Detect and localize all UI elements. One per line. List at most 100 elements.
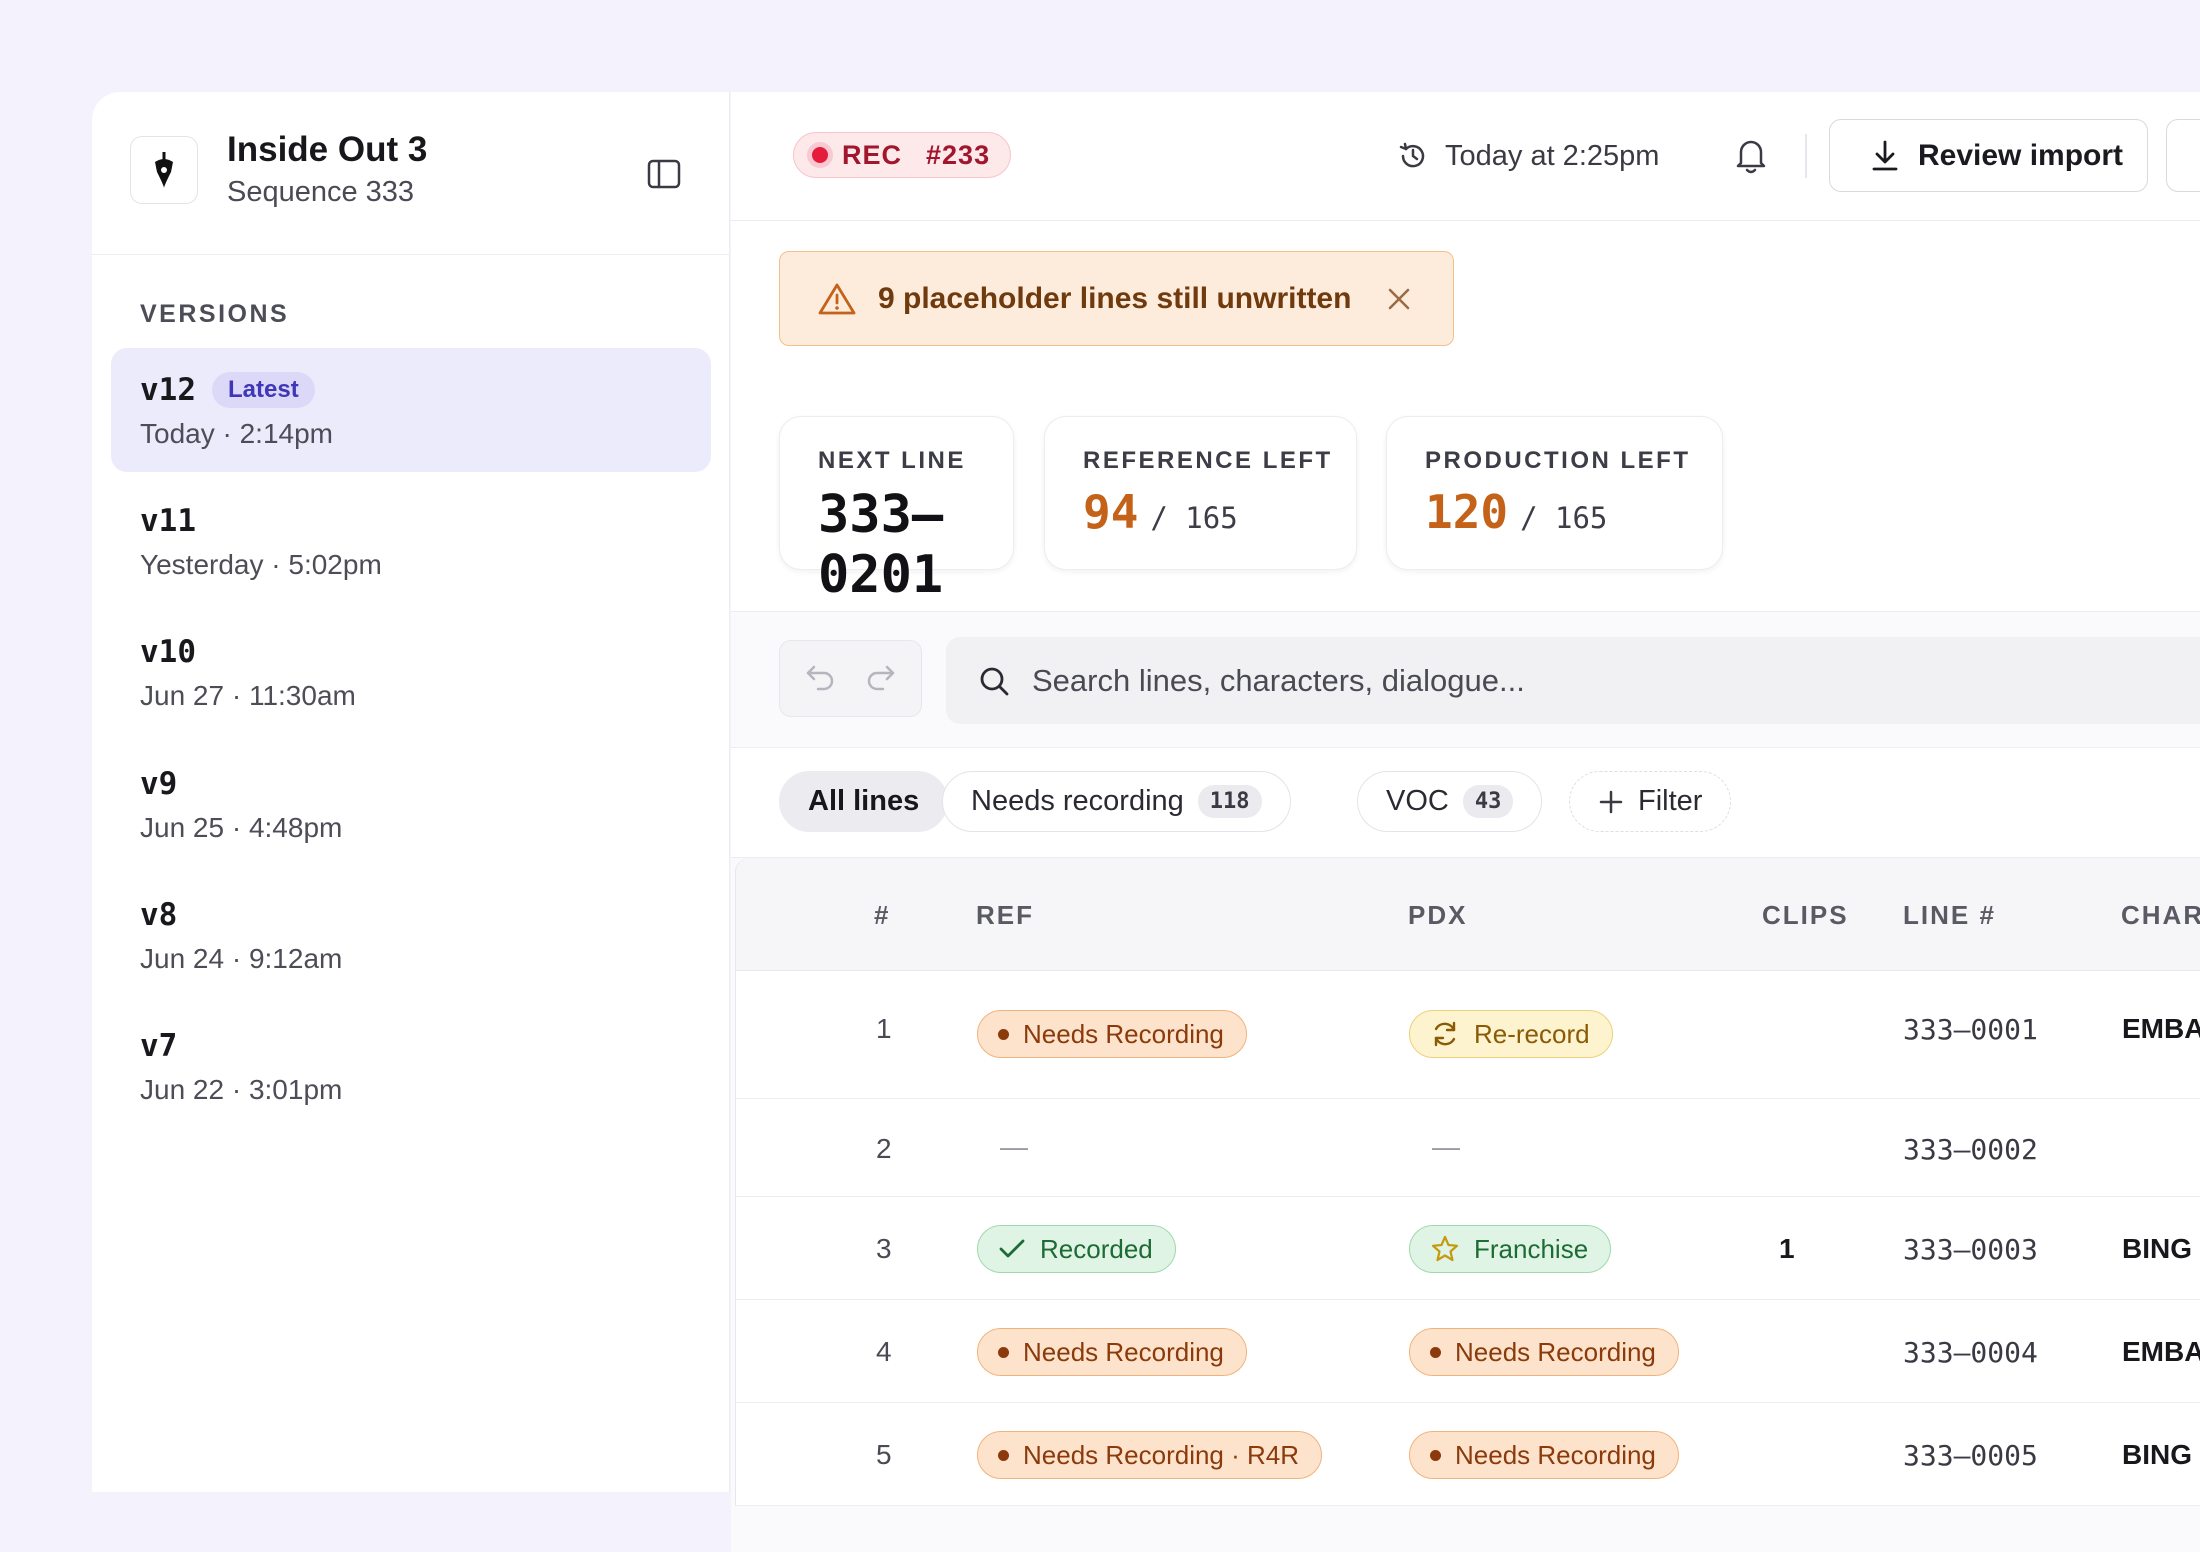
- status-dot-icon: [998, 1028, 1009, 1040]
- pdx-status-pill[interactable]: Re-record: [1409, 1010, 1613, 1058]
- line-number: 333–0001: [1903, 1013, 2038, 1046]
- star-icon: [1431, 1235, 1459, 1262]
- filter-all-lines[interactable]: All lines: [779, 771, 949, 832]
- rec-label: REC: [842, 139, 903, 170]
- table-row[interactable]: 5 Needs Recording · R4R Needs Recording …: [735, 1403, 2200, 1506]
- project-title: Inside Out 3: [227, 130, 428, 169]
- version-time: Jun 27 · 11:30am: [140, 680, 356, 711]
- project-subtitle: Sequence 333: [227, 176, 415, 208]
- version-item-v12[interactable]: v12 Latest Today · 2:14pm: [111, 348, 711, 472]
- col-header-clips[interactable]: CLIPS: [1762, 900, 1849, 931]
- col-header-pdx[interactable]: PDX: [1408, 900, 1467, 931]
- table-row[interactable]: 3 Recorded Franchise 1 333–0003 BING: [735, 1197, 2200, 1300]
- pdx-status: Needs Recording: [1455, 1336, 1656, 1367]
- ref-status: Needs Recording: [1023, 1018, 1224, 1049]
- refresh-icon: [1434, 1021, 1456, 1047]
- versions-heading: VERSIONS: [140, 300, 290, 328]
- version-name: v12: [140, 372, 196, 408]
- version-item-v9[interactable]: v9 Jun 25 · 4:48pm: [111, 742, 711, 866]
- placeholder-alert: 9 placeholder lines still unwritten: [779, 251, 1454, 346]
- project-logo[interactable]: [130, 136, 198, 204]
- history-icon: [1399, 142, 1425, 168]
- line-number: 333–0005: [1903, 1439, 2038, 1472]
- col-header-line[interactable]: LINE #: [1903, 900, 1996, 931]
- saved-time: Today at 2:25pm: [1445, 139, 1660, 172]
- version-item-v10[interactable]: v10 Jun 27 · 11:30am: [111, 610, 711, 734]
- pdx-status: Needs Recording: [1455, 1439, 1656, 1470]
- table-row[interactable]: 2 — — 333–0002: [735, 1099, 2200, 1197]
- version-time: Jun 25 · 4:48pm: [140, 812, 343, 843]
- pdx-status: Re-record: [1474, 1018, 1590, 1049]
- character-name: EMBA: [2122, 1336, 2200, 1367]
- warning-icon: [818, 283, 856, 314]
- pdx-status-pill[interactable]: Needs Recording: [1409, 1431, 1679, 1479]
- ink-pen-icon: [155, 152, 173, 188]
- table-header: # REF PDX CLIPS LINE # CHAR: [735, 858, 2200, 971]
- row-number: 5: [876, 1439, 892, 1470]
- review-import-label: Review import: [1918, 138, 2124, 172]
- filter-bar: All lines Needs recording 118 VOC 43 Fil…: [731, 747, 2200, 858]
- redo-icon[interactable]: [863, 661, 897, 696]
- version-name: v10: [140, 634, 196, 670]
- review-import-button[interactable]: Review import: [1829, 119, 2148, 192]
- line-number: 333–0002: [1903, 1133, 2038, 1166]
- sidebar-toggle-icon[interactable]: [642, 152, 686, 196]
- rec-status-chip[interactable]: REC #233: [793, 132, 1012, 178]
- status-dot-icon: [1430, 1449, 1441, 1461]
- version-time: Yesterday · 5:02pm: [140, 549, 382, 580]
- ref-status: Recorded: [1040, 1233, 1153, 1264]
- table-row[interactable]: 1 Needs Recording Re-record 333–0001 EMB…: [735, 971, 2200, 1099]
- pdx-status-pill[interactable]: Franchise: [1409, 1225, 1612, 1273]
- add-filter-button[interactable]: Filter: [1569, 771, 1732, 832]
- close-icon[interactable]: [1381, 281, 1417, 317]
- ref-status-pill[interactable]: Needs Recording: [977, 1328, 1247, 1376]
- undo-redo-group: [779, 640, 922, 717]
- search-placeholder: Search lines, characters, dialogue...: [1032, 662, 1525, 698]
- reference-left-value: 94: [1083, 485, 1139, 539]
- version-time: Jun 24 · 9:12am: [140, 943, 343, 974]
- ref-status-pill[interactable]: Needs Recording: [977, 1010, 1247, 1058]
- version-name: v9: [140, 766, 178, 802]
- top-bar: REC #233 Today at 2:25pm Review import: [731, 92, 2200, 221]
- rec-number: #233: [926, 139, 991, 170]
- rec-dot-icon: [812, 147, 828, 163]
- table-row[interactable]: 4 Needs Recording Needs Recording 333–00…: [735, 1300, 2200, 1403]
- sidebar: Inside Out 3 Sequence 333 VERSIONS v12 La…: [92, 92, 730, 1492]
- filter-label: VOC: [1386, 785, 1449, 817]
- ref-status: Needs Recording: [1023, 1336, 1224, 1367]
- row-number: 1: [876, 1013, 892, 1044]
- clip-count: 1: [1779, 1233, 1795, 1264]
- version-name: v7: [140, 1028, 178, 1064]
- next-line-card: NEXT LINE 333–0201: [779, 416, 1014, 605]
- pdx-status-pill[interactable]: Needs Recording: [1409, 1328, 1679, 1376]
- download-icon: [1872, 140, 1898, 170]
- col-header-num[interactable]: #: [874, 900, 890, 931]
- col-header-char[interactable]: CHAR: [2121, 900, 2200, 931]
- filter-needs-recording[interactable]: Needs recording 118: [942, 771, 1291, 832]
- filter-count: 118: [1197, 785, 1262, 818]
- row-number: 3: [876, 1233, 892, 1264]
- next-line-label: NEXT LINE: [818, 447, 966, 474]
- version-item-v11[interactable]: v11 Yesterday · 5:02pm: [111, 479, 711, 603]
- production-left-value: 120: [1425, 485, 1509, 539]
- filter-count: 43: [1462, 785, 1514, 818]
- bell-icon[interactable]: [1726, 130, 1776, 180]
- character-name: EMBA: [2122, 1013, 2200, 1044]
- search-input[interactable]: Search lines, characters, dialogue...: [946, 637, 2200, 724]
- more-button[interactable]: [2166, 119, 2200, 192]
- version-item-v7[interactable]: v7 Jun 22 · 3:01pm: [111, 1004, 711, 1128]
- production-total: / 165: [1520, 501, 1608, 535]
- plus-icon: [1599, 790, 1623, 813]
- production-left-label: PRODUCTION LEFT: [1425, 447, 1691, 474]
- last-saved[interactable]: Today at 2:25pm: [1397, 134, 1659, 178]
- ref-status-pill[interactable]: Needs Recording · R4R: [977, 1431, 1323, 1479]
- col-header-ref[interactable]: REF: [976, 900, 1034, 931]
- character-name: BING: [2122, 1233, 2192, 1264]
- pdx-empty: —: [1432, 1131, 1460, 1162]
- filter-voc[interactable]: VOC 43: [1357, 771, 1543, 832]
- version-item-v8[interactable]: v8 Jun 24 · 9:12am: [111, 873, 711, 997]
- latest-badge: Latest: [212, 372, 315, 408]
- ref-status-pill[interactable]: Recorded: [977, 1225, 1176, 1273]
- undo-icon[interactable]: [804, 661, 838, 696]
- status-dot-icon: [1430, 1346, 1441, 1358]
